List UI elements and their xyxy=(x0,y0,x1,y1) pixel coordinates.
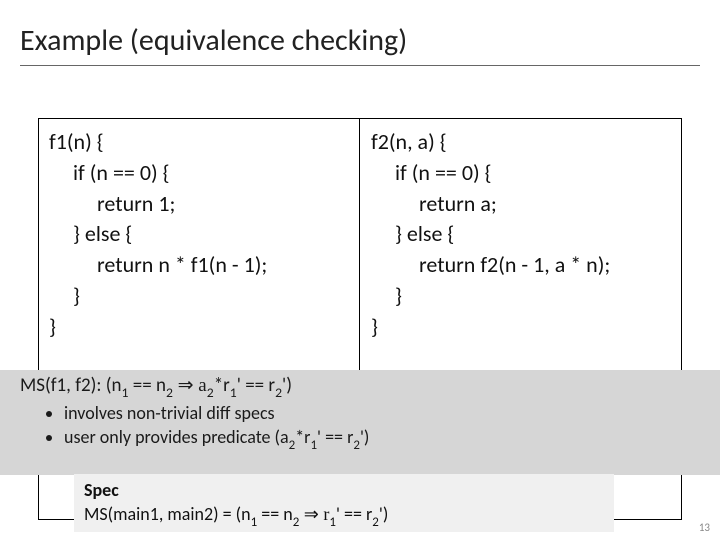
text: == n xyxy=(128,374,166,397)
subscript: 1 xyxy=(251,515,258,530)
slide: Example (equivalence checking) f1(n) { i… xyxy=(0,0,720,540)
ms-bullet-list: involves non-trivial diff specs user onl… xyxy=(64,402,714,452)
list-item: involves non-trivial diff specs xyxy=(64,402,714,424)
ms-overlay: MS(f1, f2): (n1 == n2 ⇒ a2*r1' == r2') i… xyxy=(0,370,720,475)
code-line: } xyxy=(49,281,369,312)
code-right: f2(n, a) { if (n == 0) { return a; } els… xyxy=(371,127,691,343)
code-line: f2(n, a) { xyxy=(371,127,691,158)
subscript: 1 xyxy=(122,384,129,401)
subscript: 2 xyxy=(166,384,173,401)
subscript: 1 xyxy=(230,384,237,401)
code-line: if (n == 0) { xyxy=(371,158,691,189)
spec-equation: MS(main1, main2) = (n1 == n2 ⇒ r1' == r2… xyxy=(84,502,604,530)
code-line: f1(n) { xyxy=(49,127,369,158)
implies: ⇒ a xyxy=(173,375,207,396)
ms-spec-line: MS(f1, f2): (n1 == n2 ⇒ a2*r1' == r2') xyxy=(20,374,714,400)
code-line: return 1; xyxy=(49,189,369,220)
text: ' == r xyxy=(237,374,275,397)
code-line: } xyxy=(371,312,691,343)
subscript: 2 xyxy=(275,384,282,401)
code-line: return a; xyxy=(371,189,691,220)
subscript: 2 xyxy=(207,384,214,401)
text: user only provides predicate (a xyxy=(64,426,289,448)
text: ') xyxy=(282,374,292,397)
text: ') xyxy=(360,426,369,448)
text: == n xyxy=(257,503,293,525)
list-item: user only provides predicate (a2*r1' == … xyxy=(64,426,714,452)
text: (n xyxy=(236,503,251,525)
subscript: 1 xyxy=(329,515,336,530)
subscript: 2 xyxy=(289,438,296,453)
title-block: Example (equivalence checking) xyxy=(20,22,700,66)
text: ' == r xyxy=(317,426,353,448)
slide-title: Example (equivalence checking) xyxy=(20,22,700,59)
subscript: 1 xyxy=(310,438,317,453)
code-left: f1(n) { if (n == 0) { return 1; } else {… xyxy=(49,127,369,343)
subscript: 2 xyxy=(353,438,360,453)
spec-overlay: Spec MS(main1, main2) = (n1 == n2 ⇒ r1' … xyxy=(74,474,614,532)
text: ' == r xyxy=(336,503,372,525)
spec-heading: Spec xyxy=(84,478,604,502)
code-line: } xyxy=(371,281,691,312)
code-line: return n * f1(n - 1); xyxy=(49,250,369,281)
code-line: } xyxy=(49,312,369,343)
text: MS(main1, main2) = xyxy=(84,503,236,525)
text: MS(f1, f2): (n xyxy=(20,374,122,397)
code-line: if (n == 0) { xyxy=(49,158,369,189)
subscript: 2 xyxy=(372,515,379,530)
text: *r xyxy=(295,426,310,448)
code-line: return f2(n - 1, a * n); xyxy=(371,250,691,281)
subscript: 2 xyxy=(293,515,300,530)
implies: ⇒ r xyxy=(299,504,329,524)
code-line: } else { xyxy=(371,219,691,250)
page-number: 13 xyxy=(699,521,710,534)
text: ') xyxy=(379,503,388,525)
code-line: } else { xyxy=(49,219,369,250)
text: *r xyxy=(214,374,230,397)
